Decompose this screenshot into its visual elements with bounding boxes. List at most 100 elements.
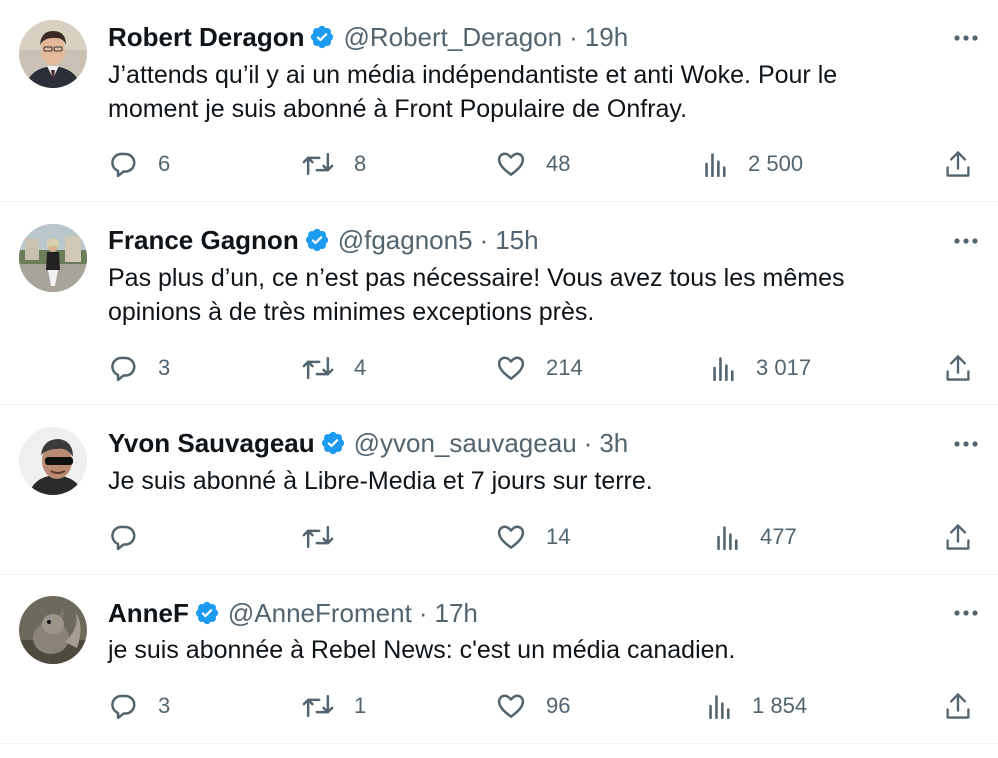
avatar[interactable] <box>19 224 87 292</box>
tweet[interactable]: France Gagnon @fgagnon5 · 15h Pas plus d… <box>0 202 998 403</box>
views-button[interactable]: 2 500 <box>704 146 803 182</box>
verified-badge-icon <box>304 227 330 253</box>
action-bar: 14 477 <box>0 519 998 555</box>
action-bar: 3 1 96 1 854 <box>0 688 998 724</box>
reply-button[interactable]: 3 <box>108 350 170 386</box>
like-count: 214 <box>546 355 583 380</box>
avatar[interactable] <box>19 427 87 495</box>
tweet-text-line: opinions à de très minimes exceptions pr… <box>108 298 595 326</box>
author-handle[interactable]: @fgagnon5 <box>338 224 473 256</box>
author-handle[interactable]: @AnneFroment <box>228 597 412 629</box>
reply-button[interactable]: 6 <box>108 146 170 182</box>
retweet-icon <box>302 694 334 718</box>
heart-icon <box>497 525 525 549</box>
share-icon <box>946 524 970 550</box>
views-button[interactable]: 477 <box>716 519 797 555</box>
views-icon <box>709 695 730 719</box>
share-button[interactable] <box>944 688 972 724</box>
like-count: 48 <box>546 151 571 176</box>
views-icon <box>713 357 734 381</box>
retweet-button[interactable]: 1 <box>302 688 366 724</box>
tweet-text-line: je suis abonnée à Rebel News: c'est un m… <box>108 636 736 664</box>
reply-button[interactable] <box>108 519 138 555</box>
heart-icon <box>497 694 525 718</box>
retweet-button[interactable]: 4 <box>302 350 366 386</box>
views-icon <box>717 526 738 550</box>
like-count: 96 <box>546 693 571 718</box>
timestamp[interactable]: 3h <box>599 427 628 459</box>
retweet-button[interactable] <box>302 519 334 555</box>
share-icon <box>946 693 970 719</box>
avatar[interactable] <box>19 20 87 88</box>
reply-count: 3 <box>158 355 171 380</box>
reply-icon <box>111 356 136 382</box>
reply-icon <box>111 525 136 551</box>
tweet-text-line: moment je suis abonné à Front Populaire … <box>108 95 688 123</box>
action-bar: 6 8 48 2 500 <box>0 146 998 182</box>
like-count: 14 <box>546 524 571 549</box>
author-name[interactable]: Robert Deragon <box>108 21 304 53</box>
views-count: 477 <box>760 524 797 549</box>
views-button[interactable]: 3 017 <box>712 350 811 386</box>
reply-count: 6 <box>158 151 171 176</box>
tweet-text: je suis abonnée à Rebel News: c'est un m… <box>108 633 968 667</box>
more-options-button[interactable] <box>948 599 984 627</box>
author-handle[interactable]: @yvon_sauvageau <box>354 427 577 459</box>
reply-count: 3 <box>158 693 171 718</box>
author-handle[interactable]: @Robert_Deragon <box>343 21 562 53</box>
action-bar: 3 4 214 3 017 <box>0 350 998 386</box>
retweet-icon <box>302 152 334 176</box>
more-options-button[interactable] <box>948 227 984 255</box>
reply-button[interactable]: 3 <box>108 688 170 724</box>
retweet-count: 4 <box>354 355 367 380</box>
retweet-count: 1 <box>354 693 367 718</box>
tweet-text: Pas plus d’un, ce n’est pas nécessaire! … <box>108 261 968 329</box>
retweet-count: 8 <box>354 151 367 176</box>
reply-icon <box>111 152 136 178</box>
like-button[interactable]: 96 <box>496 688 570 724</box>
share-button[interactable] <box>944 519 972 555</box>
tweet[interactable]: Yvon Sauvageau @yvon_sauvageau · 3h Je s… <box>0 405 998 573</box>
like-button[interactable]: 48 <box>496 146 570 182</box>
views-button[interactable]: 1 854 <box>708 688 807 724</box>
separator-dot: · <box>479 225 489 255</box>
share-icon <box>946 355 970 381</box>
retweet-icon <box>302 525 334 549</box>
more-options-button[interactable] <box>948 430 984 458</box>
share-icon <box>946 151 970 177</box>
author-name[interactable]: AnneF <box>108 597 189 629</box>
verified-badge-icon <box>309 24 335 50</box>
retweet-button[interactable]: 8 <box>302 146 366 182</box>
tweet-text-line: J’attends qu’il y ai un média indépendan… <box>108 61 838 89</box>
separator-dot: · <box>583 428 593 458</box>
heart-icon <box>497 152 525 176</box>
more-dots-icon <box>954 441 978 447</box>
retweet-icon <box>302 356 334 380</box>
tweet[interactable]: Robert Deragon @Robert_Deragon · 19h J’a… <box>0 0 998 201</box>
timestamp[interactable]: 17h <box>434 597 477 629</box>
tweet-text: Je suis abonné à Libre-Media et 7 jours … <box>108 464 968 498</box>
tweet-text-line: Je suis abonné à Libre-Media et 7 jours … <box>108 467 653 495</box>
more-dots-icon <box>954 610 978 616</box>
tweet[interactable]: AnneF @AnneFroment · 17h je suis abonnée… <box>0 575 998 743</box>
timestamp[interactable]: 19h <box>585 21 628 53</box>
avatar[interactable] <box>19 596 87 664</box>
separator-dot: · <box>569 22 578 52</box>
more-dots-icon <box>954 35 978 41</box>
views-count: 1 854 <box>752 693 808 718</box>
reply-icon <box>111 694 136 720</box>
timestamp[interactable]: 15h <box>495 224 538 256</box>
share-button[interactable] <box>944 146 972 182</box>
views-count: 3 017 <box>756 355 812 380</box>
share-button[interactable] <box>944 350 972 386</box>
author-name[interactable]: France Gagnon <box>108 224 299 256</box>
heart-icon <box>497 356 525 380</box>
like-button[interactable]: 214 <box>496 350 583 386</box>
author-name[interactable]: Yvon Sauvageau <box>108 427 315 459</box>
tweet-text-line: Pas plus d’un, ce n’est pas nécessaire! … <box>108 264 845 292</box>
tweet-text: J’attends qu’il y ai un média indépendan… <box>108 58 968 126</box>
tweet-divider <box>0 743 998 744</box>
more-options-button[interactable] <box>948 24 984 52</box>
views-icon <box>705 153 726 177</box>
like-button[interactable]: 14 <box>496 519 570 555</box>
